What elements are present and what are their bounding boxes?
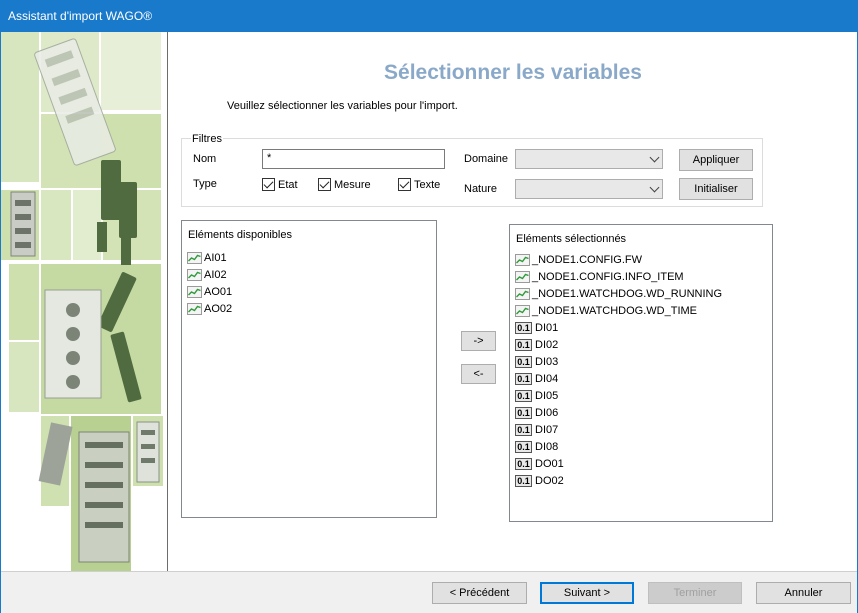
list-item-label: AI02 [204,268,227,281]
available-items: AI01 AI02 AO01 AO02 [187,249,232,317]
list-item[interactable]: 0.1 DI02 [515,336,722,353]
list-item[interactable]: AI01 [187,249,232,266]
type-label: Type [193,178,217,190]
list-item[interactable]: 0.1 DO01 [515,455,722,472]
selected-list-header: Eléments sélectionnés [516,233,627,245]
available-list-header: Eléments disponibles [188,229,292,241]
list-item-label: AO01 [204,285,233,298]
trend-icon [187,302,202,315]
domaine-label: Domaine [464,153,509,165]
page-subtitle: Veuillez sélectionner les variables pour… [227,100,458,112]
list-item-label: DO01 [535,457,564,470]
finish-button[interactable]: Terminer [648,582,742,604]
selected-items: _NODE1.CONFIG.FW _NODE1.CONFIG.INFO_ITEM _… [515,251,722,489]
chevron-down-icon[interactable] [649,152,660,163]
type-checkbox-mesure[interactable]: Mesure [318,178,371,191]
list-item-label: _NODE1.WATCHDOG.WD_RUNNING [532,287,723,300]
list-item[interactable]: 0.1 DI01 [515,319,722,336]
list-item-label: _NODE1.CONFIG.INFO_ITEM [532,270,684,283]
list-item-label: DI08 [535,440,559,453]
wizard-content: Sélectionner les variables Veuillez séle… [169,32,857,571]
list-item-label: DI05 [535,389,559,402]
nature-dropdown[interactable] [515,179,663,199]
binary-icon: 0.1 [515,457,532,470]
list-item[interactable]: AI02 [187,266,232,283]
nom-label: Nom [193,153,217,165]
trend-icon [515,253,530,266]
binary-icon: 0.1 [515,440,532,453]
list-item[interactable]: 0.1 DI08 [515,438,722,455]
previous-button[interactable]: < Précédent [432,582,527,604]
binary-icon: 0.1 [515,406,532,419]
binary-icon: 0.1 [515,372,532,385]
list-item-label: DI02 [535,338,559,351]
trend-icon [515,304,530,317]
binary-icon: 0.1 [515,423,532,436]
checkbox-label: Etat [278,178,298,191]
checkbox-label: Mesure [334,178,371,191]
list-item-label: DO02 [535,474,564,487]
apply-button[interactable]: Appliquer [679,149,753,171]
list-item-label: AI01 [204,251,227,264]
list-item[interactable]: _NODE1.CONFIG.INFO_ITEM [515,268,722,285]
type-checkbox-etat[interactable]: Etat [262,178,298,191]
trend-icon [187,285,202,298]
list-item[interactable]: 0.1 DI07 [515,421,722,438]
binary-icon: 0.1 [515,474,532,487]
checkbox-checked-icon[interactable] [262,178,275,191]
list-item[interactable]: AO01 [187,283,232,300]
chevron-down-icon[interactable] [649,182,660,193]
list-item[interactable]: 0.1 DI03 [515,353,722,370]
wago-products-collage [1,32,167,571]
checkbox-checked-icon[interactable] [398,178,411,191]
binary-icon: 0.1 [515,338,532,351]
list-item[interactable]: 0.1 DI04 [515,370,722,387]
binary-icon: 0.1 [515,355,532,368]
cancel-button[interactable]: Annuler [756,582,851,604]
list-item-label: DI03 [535,355,559,368]
title-bar: Assistant d'import WAGO® [0,0,858,32]
list-item-label: DI06 [535,406,559,419]
list-item-label: AO02 [204,302,233,315]
reset-button[interactable]: Initialiser [679,178,753,200]
type-checkbox-texte[interactable]: Texte [398,178,440,191]
list-item[interactable]: 0.1 DI06 [515,404,722,421]
list-item-label: DI07 [535,423,559,436]
list-item[interactable]: AO02 [187,300,232,317]
next-button[interactable]: Suivant > [540,582,634,604]
wizard-footer: < Précédent Suivant > Terminer Annuler [1,571,857,613]
add-to-selection-button[interactable]: -> [461,331,496,351]
list-item-label: _NODE1.WATCHDOG.WD_TIME [532,304,698,317]
list-item[interactable]: _NODE1.WATCHDOG.WD_TIME [515,302,722,319]
nature-label: Nature [464,183,498,195]
list-item[interactable]: 0.1 DI05 [515,387,722,404]
trend-icon [515,270,530,283]
checkbox-label: Texte [414,178,441,191]
list-item-label: DI01 [535,321,559,334]
list-item-label: DI04 [535,372,559,385]
trend-icon [187,251,202,264]
list-item[interactable]: 0.1 DO02 [515,472,722,489]
binary-icon: 0.1 [515,321,532,334]
list-item-label: _NODE1.CONFIG.FW [532,253,643,266]
filters-legend: Filtres [191,133,223,145]
domaine-dropdown[interactable] [515,149,663,169]
list-item[interactable]: _NODE1.WATCHDOG.WD_RUNNING [515,285,722,302]
window-title: Assistant d'import WAGO® [8,9,153,23]
nom-input[interactable]: * [262,149,445,169]
list-item[interactable]: _NODE1.CONFIG.FW [515,251,722,268]
trend-icon [515,287,530,300]
binary-icon: 0.1 [515,389,532,402]
selected-list[interactable]: Eléments sélectionnés _NODE1.CONFIG.FW _N… [509,224,773,522]
checkbox-checked-icon[interactable] [318,178,331,191]
available-list[interactable]: Eléments disponibles AI01 AI02 AO01 AO02 [181,220,437,518]
remove-from-selection-button[interactable]: <- [461,364,496,384]
wizard-side-image [1,32,168,571]
trend-icon [187,268,202,281]
page-title: Sélectionner les variables [384,61,642,84]
